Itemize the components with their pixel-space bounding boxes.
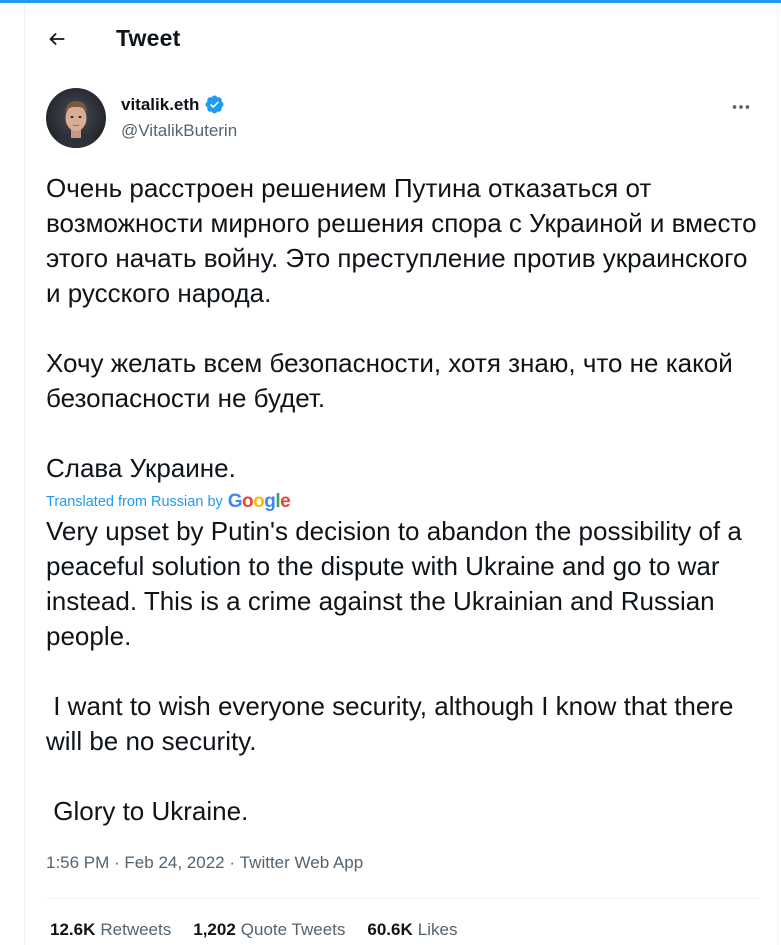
- meta-separator: ·: [224, 853, 240, 872]
- page-header: Tweet: [25, 3, 777, 75]
- tweet-stats: 12.6K Retweets 1,202 Quote Tweets 60.6K …: [50, 920, 457, 940]
- retweets-count: 12.6K: [50, 920, 96, 939]
- meta-separator: ·: [109, 853, 125, 872]
- tweet-body: Очень расстроен решением Путина отказать…: [46, 171, 766, 829]
- tweet-date[interactable]: Feb 24, 2022: [124, 853, 224, 873]
- translation-paragraph: Very upset by Putin's decision to abando…: [46, 516, 750, 651]
- translation-label: Translated from Russian by: [46, 494, 223, 510]
- tweet-source[interactable]: Twitter Web App: [240, 853, 363, 873]
- more-horizontal-icon: [732, 105, 750, 109]
- tweet-meta: 1:56 PM · Feb 24, 2022 · Twitter Web App: [46, 853, 363, 873]
- retweets-stat[interactable]: 12.6K Retweets: [50, 920, 171, 940]
- page-title: Tweet: [116, 25, 181, 51]
- arrow-left-icon: [49, 32, 65, 46]
- quote-tweets-stat[interactable]: 1,202 Quote Tweets: [193, 920, 345, 940]
- avatar[interactable]: [46, 88, 106, 148]
- tweet-text-paragraph: Очень расстроен решением Путина отказать…: [46, 173, 764, 308]
- tweet-text-paragraph: Хочу желать всем безопасности, хотя знаю…: [46, 348, 740, 413]
- retweets-label: Retweets: [100, 920, 172, 939]
- verified-badge-icon: [205, 95, 224, 114]
- divider: [46, 898, 758, 899]
- quote-tweets-count: 1,202: [193, 920, 236, 939]
- likes-count: 60.6K: [367, 920, 413, 939]
- translation-paragraph: Glory to Ukraine.: [46, 796, 249, 826]
- translation-attribution[interactable]: Translated from Russian by Google: [46, 490, 766, 514]
- tweet-text-paragraph: Слава Украине.: [46, 453, 236, 483]
- tweet-detail-column: Tweet vitalik.eth @VitalikButerin Очень …: [24, 3, 778, 945]
- tweet-time[interactable]: 1:56 PM: [46, 853, 109, 873]
- likes-stat[interactable]: 60.6K Likes: [367, 920, 457, 940]
- avatar-image: [46, 88, 106, 148]
- back-button[interactable]: [37, 19, 77, 59]
- google-logo: Google: [227, 491, 291, 512]
- author-handle[interactable]: @VitalikButerin: [121, 121, 237, 141]
- likes-label: Likes: [417, 920, 458, 939]
- more-options-button[interactable]: [725, 91, 757, 123]
- author-name[interactable]: vitalik.eth: [121, 95, 199, 115]
- quote-tweets-label: Quote Tweets: [240, 920, 346, 939]
- translation-paragraph: I want to wish everyone security, althou…: [46, 691, 741, 756]
- author-name-row: vitalik.eth: [121, 94, 225, 115]
